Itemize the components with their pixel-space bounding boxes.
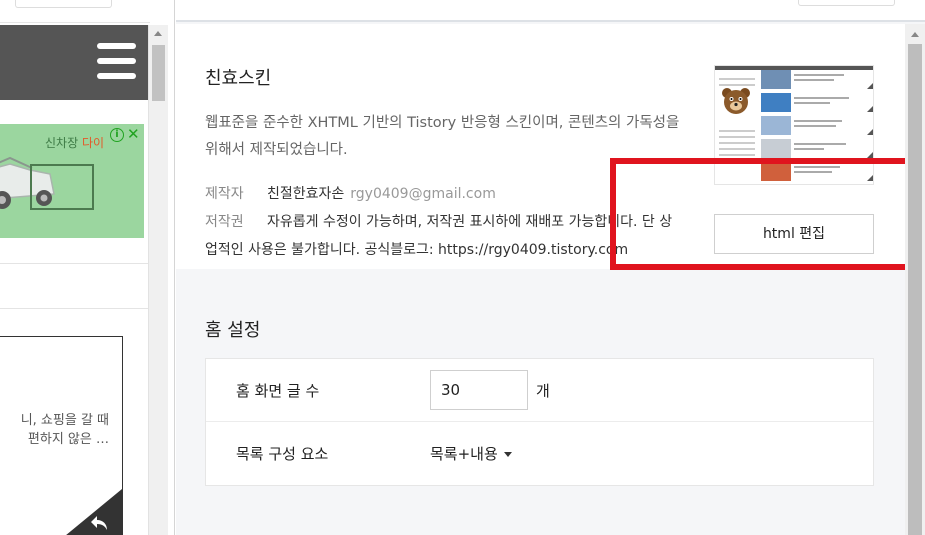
close-icon[interactable]: ✕ <box>127 126 140 142</box>
author-name: 친절한효자손 <box>267 186 345 202</box>
list-component-label: 목록 구성 요소 <box>236 445 329 463</box>
scrollbar-thumb[interactable] <box>152 45 165 101</box>
caret-down-icon <box>503 452 512 457</box>
pane-divider <box>168 0 175 535</box>
info-icon[interactable]: i <box>110 128 124 142</box>
settings-pane: 친효스킨 웹표준을 준수한 XHTML 기반의 Tistory 반응형 스킨이며… <box>176 0 925 535</box>
post-card[interactable]: 니, 쇼핑을 갈 때 편하지 않은 … <box>0 336 123 535</box>
settings-scrollbar[interactable] <box>905 24 925 535</box>
copyright-text-cont: 업적인 사용은 불가합니다. 공식블로그: https://rgy0409.ti… <box>205 242 629 258</box>
skin-description: 웹표준을 준수한 XHTML 기반의 Tistory 반응형 스킨이며, 콘텐츠… <box>205 115 680 158</box>
post-count-unit: 개 <box>536 382 550 400</box>
post-count-row: 홈 화면 글 수 개 <box>206 359 873 422</box>
ad-banner[interactable]: 신차장 다이 i ✕ <box>0 124 144 238</box>
ad-text: 신차장 다이 <box>45 136 105 150</box>
bear-icon <box>722 88 750 114</box>
skin-name: 친효스킨 <box>205 68 272 89</box>
reply-icon[interactable] <box>89 514 109 532</box>
home-settings-box: 홈 화면 글 수 개 목록 구성 요소 목록+내용 <box>205 358 874 486</box>
ad-frame <box>30 164 94 210</box>
author-email: rgy0409@gmail.com <box>350 186 496 202</box>
home-settings-title: 홈 설정 <box>205 320 261 341</box>
divider <box>0 308 148 309</box>
list-component-value: 목록+내용 <box>430 445 498 463</box>
scroll-up-icon[interactable] <box>154 31 162 36</box>
copyright-label: 저작권 <box>205 214 244 230</box>
scroll-up-icon[interactable] <box>911 32 919 37</box>
copyright-row: 저작권 자유롭게 수정이 가능하며, 저작권 표시하에 재배포 가능합니다. 단 … <box>205 211 672 231</box>
scrollbar-thumb[interactable] <box>908 44 922 535</box>
settings-top-button[interactable] <box>798 0 895 6</box>
preview-top-button[interactable] <box>15 0 112 8</box>
app-root: 신차장 다이 i ✕ 니, 쇼핑을 갈 때 편하지 않은 … 친효스킨 웹표준을… <box>0 0 925 535</box>
post-excerpt-line: 편하지 않은 … <box>27 432 109 447</box>
highlight-box <box>610 158 916 270</box>
preview-scrollbar[interactable] <box>148 25 168 535</box>
post-corner <box>54 489 122 535</box>
list-component-dropdown[interactable]: 목록+내용 <box>430 443 512 464</box>
post-count-label: 홈 화면 글 수 <box>236 382 320 400</box>
preview-pane: 신차장 다이 i ✕ 니, 쇼핑을 갈 때 편하지 않은 … <box>0 0 150 535</box>
hamburger-icon[interactable] <box>97 43 136 79</box>
copyright-row-cont: 업적인 사용은 불가합니다. 공식블로그: https://rgy0409.ti… <box>205 239 628 259</box>
divider <box>0 22 150 23</box>
divider <box>0 263 148 264</box>
post-excerpt: 니, 쇼핑을 갈 때 편하지 않은 … <box>0 411 109 449</box>
list-component-row: 목록 구성 요소 목록+내용 <box>206 422 873 485</box>
post-excerpt-line: 니, 쇼핑을 갈 때 <box>20 413 109 428</box>
author-row: 제작자 친절한효자손 rgy0409@gmail.com <box>205 183 496 203</box>
author-label: 제작자 <box>205 186 244 202</box>
settings-topbar <box>176 0 925 22</box>
post-count-input[interactable] <box>430 370 528 410</box>
